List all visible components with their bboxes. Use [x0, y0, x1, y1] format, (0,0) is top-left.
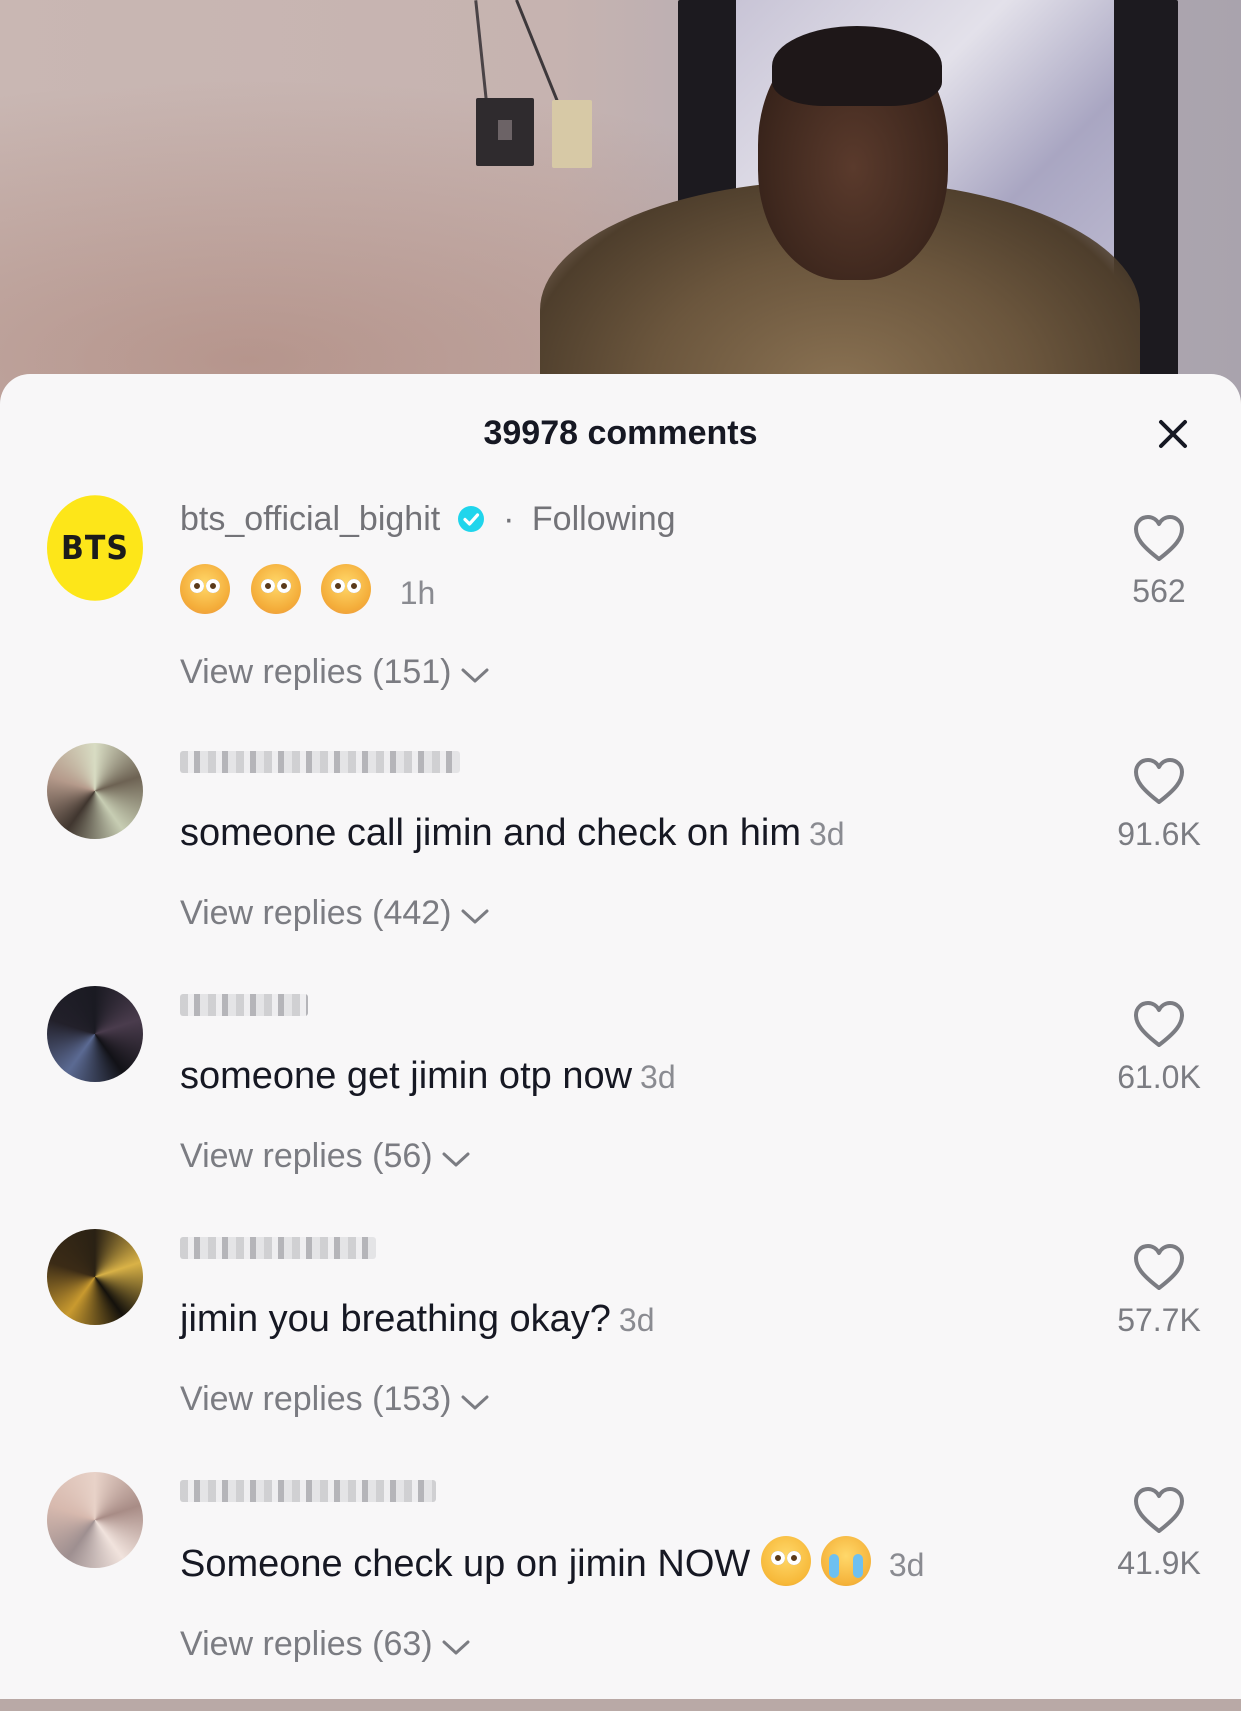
comment-text: someone call jimin and check on him 3d: [180, 812, 845, 854]
view-replies-button[interactable]: View replies (63): [180, 1621, 1081, 1667]
heart-outline-icon: [1134, 758, 1184, 804]
pleading-face-emoji: [760, 1536, 811, 1586]
following-label[interactable]: Following: [532, 500, 676, 538]
like-button[interactable]: 41.9K: [1099, 1486, 1219, 1582]
heart-outline-icon: [1134, 1001, 1184, 1047]
comment-time: 3d: [888, 1547, 925, 1583]
chevron-down-icon: [441, 1623, 471, 1669]
video-wall-switch: [476, 98, 534, 166]
comments-sheet: 39978 comments BTS bts_official_bighit ·…: [0, 374, 1241, 1699]
avatar[interactable]: BTS: [47, 495, 143, 601]
comment-time: 3d: [618, 1302, 655, 1338]
loudly-crying-face-emoji: [820, 1536, 871, 1586]
view-replies-button[interactable]: View replies (153): [180, 1376, 1081, 1422]
video-person-hair: [772, 26, 942, 106]
avatar[interactable]: [47, 1472, 143, 1568]
comment-time: 3d: [640, 1059, 676, 1095]
like-count: 41.9K: [1117, 1545, 1201, 1581]
flushed-face-emoji: [180, 564, 230, 614]
chevron-down-icon: [460, 651, 490, 697]
username[interactable]: bts_official_bighit: [180, 500, 440, 538]
blurred-username[interactable]: [180, 994, 308, 1016]
heart-outline-icon: [1134, 1244, 1184, 1290]
comment-text: 1h: [180, 564, 1081, 619]
comments-header: 39978 comments: [0, 374, 1241, 496]
comment-item: someone call jimin and check on him 3d Vi…: [0, 739, 1241, 982]
comment-text: Someone check up on jimin NOW 3d: [180, 1536, 1081, 1591]
blurred-username[interactable]: [180, 1480, 436, 1502]
like-count: 91.6K: [1117, 816, 1201, 852]
like-button[interactable]: 57.7K: [1099, 1243, 1219, 1339]
heart-outline-icon: [1134, 515, 1184, 561]
flushed-face-emoji: [250, 564, 301, 614]
blurred-username[interactable]: [180, 751, 460, 773]
chevron-down-icon: [441, 1135, 471, 1181]
comment-time: 3d: [808, 816, 845, 852]
flushed-face-emoji: [321, 564, 372, 614]
chevron-down-icon: [460, 892, 490, 938]
verified-badge-icon: [456, 500, 486, 546]
comment-item: jimin you breathing okay? 3d View replies…: [0, 1225, 1241, 1468]
comment-item: someone get jimin otp now 3d View replies…: [0, 982, 1241, 1225]
comment-text: someone get jimin otp now 3d: [180, 1055, 676, 1097]
comment-item: BTS bts_official_bighit · Following 1h V…: [0, 495, 1241, 739]
video-wall-plate: [552, 100, 592, 168]
like-count: 61.0K: [1117, 1059, 1201, 1095]
view-replies-button[interactable]: View replies (442): [180, 890, 1081, 936]
view-replies-button[interactable]: View replies (151): [180, 649, 1081, 695]
avatar[interactable]: [47, 743, 143, 839]
like-button[interactable]: 91.6K: [1099, 757, 1219, 853]
close-icon[interactable]: [1153, 414, 1193, 454]
separator-dot: ·: [503, 500, 515, 538]
video-player[interactable]: [0, 0, 1241, 400]
comment-time: 1h: [399, 575, 436, 611]
like-count: 57.7K: [1117, 1302, 1201, 1338]
like-count: 562: [1132, 573, 1186, 609]
like-button[interactable]: 61.0K: [1099, 1000, 1219, 1096]
view-replies-button[interactable]: View replies (56): [180, 1133, 1081, 1179]
heart-outline-icon: [1134, 1487, 1184, 1533]
chevron-down-icon: [460, 1378, 490, 1424]
blurred-username[interactable]: [180, 1237, 376, 1259]
comment-item: Someone check up on jimin NOW 3d View re…: [0, 1468, 1241, 1711]
avatar[interactable]: [47, 986, 143, 1082]
avatar[interactable]: [47, 1229, 143, 1325]
comments-count-title: 39978 comments: [483, 414, 758, 452]
like-button[interactable]: 562: [1099, 514, 1219, 610]
comment-text: jimin you breathing okay? 3d: [180, 1298, 655, 1340]
